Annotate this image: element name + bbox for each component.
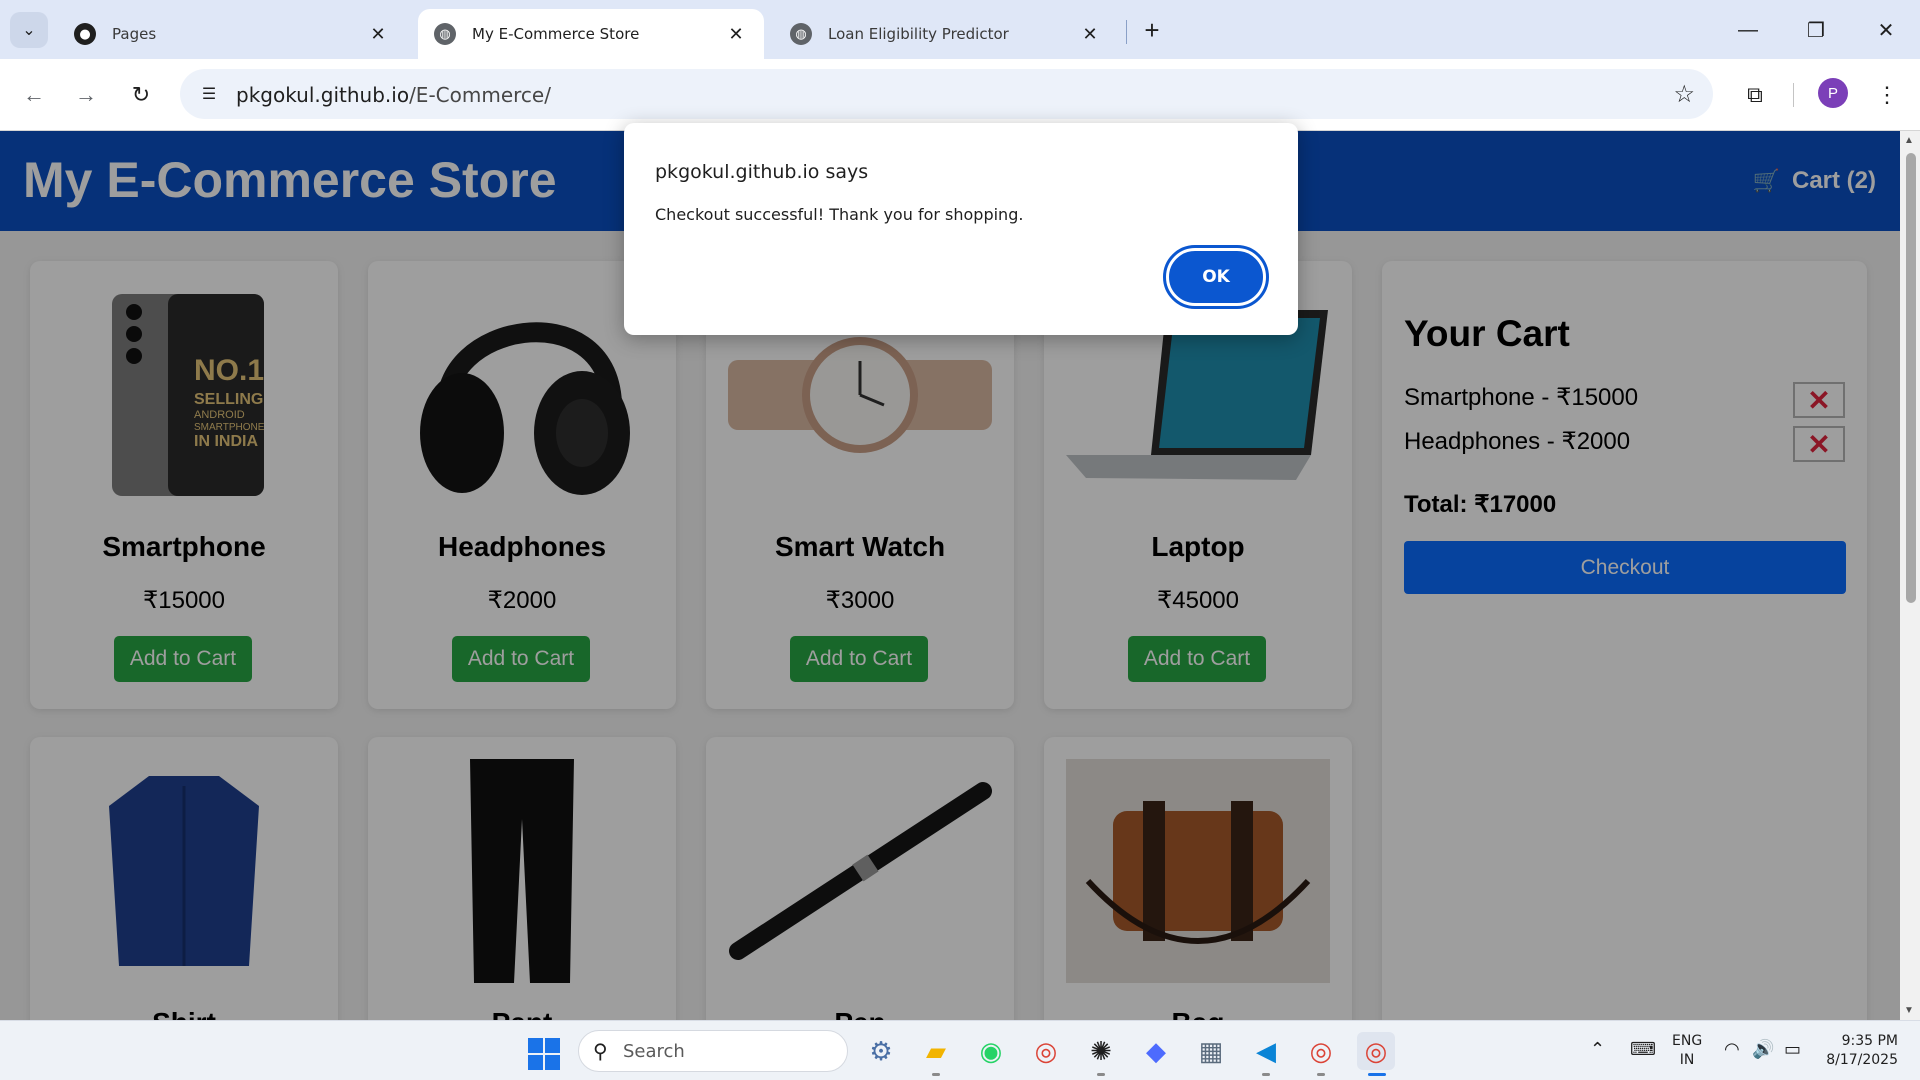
reload-button[interactable]: ↻ bbox=[121, 75, 161, 115]
url-host: pkgokul.github.io bbox=[236, 83, 410, 107]
tab-search-button[interactable]: ⌄ bbox=[10, 12, 48, 48]
wifi-icon[interactable]: ◠ bbox=[1724, 1039, 1740, 1060]
bookmark-star-icon[interactable]: ☆ bbox=[1673, 80, 1695, 109]
globe-icon: ◍ bbox=[790, 23, 812, 45]
restore-button[interactable]: ❐ bbox=[1794, 12, 1838, 48]
whatsapp-icon[interactable]: ◉ bbox=[972, 1032, 1010, 1070]
browser-tabstrip: ⌄ ● Pages ✕ ◍ My E-Commerce Store ✕ ◍ Lo… bbox=[0, 0, 1920, 59]
extensions-icon[interactable]: ⧉ bbox=[1736, 76, 1774, 114]
page-scrollbar[interactable]: ▲ ▼ bbox=[1900, 131, 1920, 1020]
lang-region: IN bbox=[1679, 1052, 1695, 1068]
clock[interactable]: 9:35 PM 8/17/2025 bbox=[1826, 1032, 1898, 1070]
windows-taskbar: ⚲ Search ⚙ ▰ ◉ ◎ ✺ ◆ ▦ ◀ ◎ ◎ ⌃ ⌨ ENG IN … bbox=[0, 1020, 1920, 1080]
tab-title: Loan Eligibility Predictor bbox=[828, 25, 1009, 43]
clock-time: 9:35 PM bbox=[1841, 1033, 1898, 1049]
url-path: /E-Commerce/ bbox=[409, 83, 551, 107]
site-info-icon[interactable]: ☰ bbox=[194, 79, 224, 109]
dialog-title: pkgokul.github.io says bbox=[655, 161, 869, 183]
deepseek-icon[interactable]: ◆ bbox=[1137, 1032, 1175, 1070]
menu-kebab-icon[interactable]: ⋮ bbox=[1868, 76, 1906, 114]
lang-code: ENG bbox=[1672, 1033, 1703, 1049]
tab-title: My E-Commerce Store bbox=[472, 25, 640, 43]
globe-icon: ◍ bbox=[434, 23, 456, 45]
clock-date: 8/17/2025 bbox=[1826, 1052, 1898, 1068]
running-indicator bbox=[932, 1073, 940, 1076]
forward-button[interactable]: → bbox=[66, 75, 106, 115]
chrome-icon[interactable]: ◎ bbox=[1027, 1032, 1065, 1070]
close-icon: ✕ bbox=[1877, 19, 1895, 42]
arrow-right-icon: → bbox=[75, 82, 97, 107]
minimize-button[interactable]: — bbox=[1726, 12, 1770, 48]
language-indicator[interactable]: ENG IN bbox=[1672, 1032, 1702, 1070]
close-icon[interactable]: ✕ bbox=[724, 22, 748, 46]
tab-title: Pages bbox=[112, 25, 157, 43]
scroll-down-icon[interactable]: ▼ bbox=[1904, 1005, 1914, 1016]
tab-separator bbox=[1126, 20, 1127, 44]
vscode-icon[interactable]: ◀ bbox=[1247, 1032, 1285, 1070]
volume-icon[interactable]: 🔊 bbox=[1752, 1039, 1774, 1060]
keyboard-icon[interactable]: ⌨ bbox=[1630, 1039, 1656, 1060]
file-explorer-icon[interactable]: ▰ bbox=[917, 1032, 955, 1070]
search-icon: ⚲ bbox=[593, 1041, 608, 1063]
taskbar-search[interactable]: ⚲ Search bbox=[578, 1030, 848, 1072]
active-indicator bbox=[1368, 1073, 1386, 1076]
restore-icon: ❐ bbox=[1807, 19, 1825, 42]
calculator-icon[interactable]: ▦ bbox=[1192, 1032, 1230, 1070]
chevron-down-icon: ⌄ bbox=[22, 22, 36, 39]
scroll-up-icon[interactable]: ▲ bbox=[1904, 135, 1914, 146]
url-text[interactable]: pkgokul.github.io/E-Commerce/ bbox=[236, 83, 551, 107]
scroll-thumb[interactable] bbox=[1906, 153, 1916, 603]
battery-icon[interactable]: ▭ bbox=[1784, 1039, 1801, 1060]
github-icon: ● bbox=[74, 23, 96, 45]
arrow-left-icon: ← bbox=[23, 82, 45, 107]
running-indicator bbox=[1097, 1073, 1105, 1076]
toolbar-divider bbox=[1793, 83, 1794, 107]
windows-start-icon[interactable] bbox=[528, 1038, 560, 1070]
search-placeholder: Search bbox=[623, 1041, 685, 1062]
dialog-ok-button[interactable]: OK bbox=[1163, 245, 1269, 309]
running-indicator bbox=[1262, 1073, 1270, 1076]
chrome-profile-icon[interactable]: ◎ bbox=[1302, 1032, 1340, 1070]
profile-avatar[interactable]: P bbox=[1818, 78, 1848, 108]
close-icon[interactable]: ✕ bbox=[1078, 22, 1102, 46]
chatgpt-icon[interactable]: ✺ bbox=[1082, 1032, 1120, 1070]
settings-icon[interactable]: ⚙ bbox=[862, 1032, 900, 1070]
tab-ecommerce-store[interactable]: ◍ My E-Commerce Store ✕ bbox=[418, 9, 764, 59]
chevron-up-icon[interactable]: ⌃ bbox=[1590, 1039, 1605, 1060]
back-button[interactable]: ← bbox=[14, 75, 54, 115]
plus-icon: + bbox=[1144, 14, 1160, 45]
new-tab-button[interactable]: + bbox=[1136, 14, 1168, 46]
close-icon[interactable]: ✕ bbox=[366, 22, 390, 46]
tab-loan-predictor[interactable]: ◍ Loan Eligibility Predictor ✕ bbox=[774, 9, 1118, 59]
reload-icon: ↻ bbox=[131, 82, 151, 107]
browser-toolbar: ← → ↻ ☰ pkgokul.github.io/E-Commerce/ ☆ … bbox=[0, 59, 1920, 131]
minimize-icon: — bbox=[1738, 18, 1758, 41]
tab-pages[interactable]: ● Pages ✕ bbox=[58, 9, 406, 59]
running-indicator bbox=[1317, 1073, 1325, 1076]
address-bar[interactable]: ☰ pkgokul.github.io/E-Commerce/ ☆ bbox=[180, 69, 1713, 119]
dialog-message: Checkout successful! Thank you for shopp… bbox=[655, 205, 1024, 224]
close-window-button[interactable]: ✕ bbox=[1864, 12, 1908, 48]
chrome-active-icon[interactable]: ◎ bbox=[1357, 1032, 1395, 1070]
alert-dialog: pkgokul.github.io says Checkout successf… bbox=[624, 123, 1298, 335]
